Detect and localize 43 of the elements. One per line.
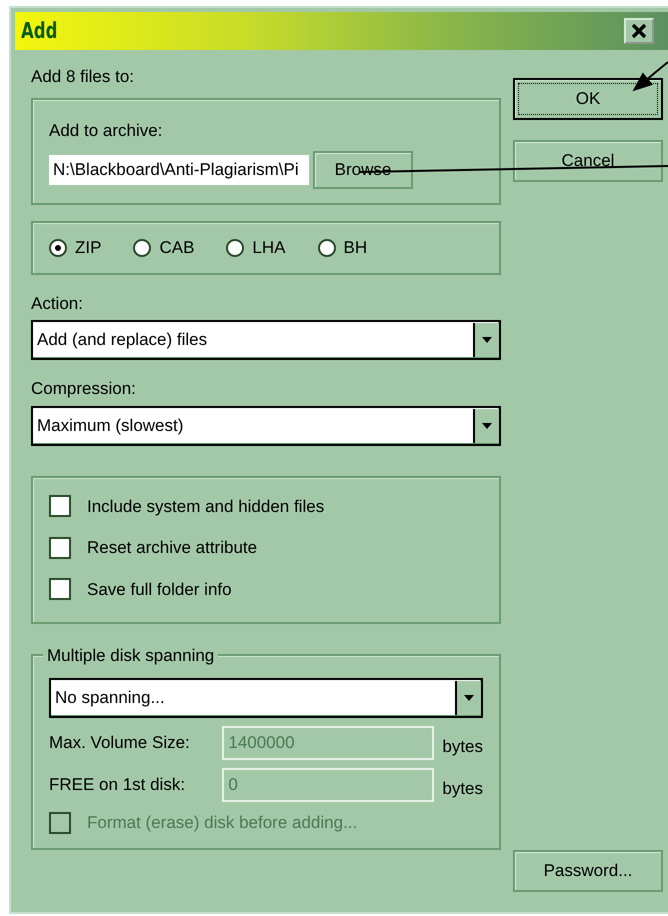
radio-option[interactable]: BH [318, 235, 368, 260]
dialog-button[interactable]: OK [513, 78, 663, 120]
checkbox-option[interactable]: Reset archive attribute [49, 535, 483, 560]
checkbox[interactable] [49, 536, 71, 559]
field-label: Compression: [31, 378, 137, 400]
checkbox[interactable] [49, 578, 71, 600]
dropdown-field[interactable]: No spanning... [49, 678, 483, 718]
caret-icon [464, 695, 474, 701]
path-field[interactable]: N:\Blackboard\Anti-Plagiarism\Pi [49, 155, 309, 185]
dropdown-field[interactable]: Add (and replace) files [31, 320, 501, 360]
dialog-button[interactable]: Password... [513, 850, 663, 892]
dialog-button[interactable]: Cancel [513, 140, 663, 182]
radio-option[interactable]: ZIP [49, 235, 102, 260]
dropdown-value: No spanning... [55, 687, 165, 710]
radio-button[interactable] [49, 238, 67, 257]
dropdown-arrow-button[interactable] [473, 323, 499, 357]
checkbox-option: Format (erase) disk before adding... [49, 810, 483, 836]
unit-label: bytes [442, 736, 483, 758]
field-label: FREE on 1st disk: [49, 774, 186, 796]
radio-button[interactable] [226, 238, 244, 257]
dropdown-arrow-button[interactable] [473, 408, 499, 442]
field-label: Action: [31, 292, 84, 314]
window-title: Add [21, 18, 58, 46]
close-icon [631, 23, 647, 39]
radio-button[interactable] [133, 238, 152, 257]
header-label: Add 8 files to: [31, 66, 136, 88]
field-label: Max. Volume Size: [49, 732, 191, 754]
close-button[interactable] [624, 18, 654, 44]
radio-option[interactable]: CAB [133, 235, 194, 260]
checkbox-option[interactable]: Include system and hidden files [49, 494, 483, 519]
dropdown-value: Add (and replace) files [37, 329, 208, 352]
caret-icon [482, 422, 492, 428]
field-label: Add to archive: [49, 120, 164, 142]
checkbox[interactable] [49, 495, 71, 518]
dropdown-field[interactable]: Maximum (slowest) [31, 406, 501, 446]
checkbox-option[interactable]: Save full folder info [49, 576, 483, 602]
dropdown-arrow-button[interactable] [455, 681, 481, 715]
annotation-arrow [632, 61, 668, 92]
unit-label: bytes [442, 778, 483, 800]
dropdown-value: Maximum (slowest) [37, 414, 184, 437]
radio-option[interactable]: LHA [226, 235, 286, 260]
caret-icon [482, 337, 492, 343]
radio-button[interactable] [318, 238, 336, 257]
